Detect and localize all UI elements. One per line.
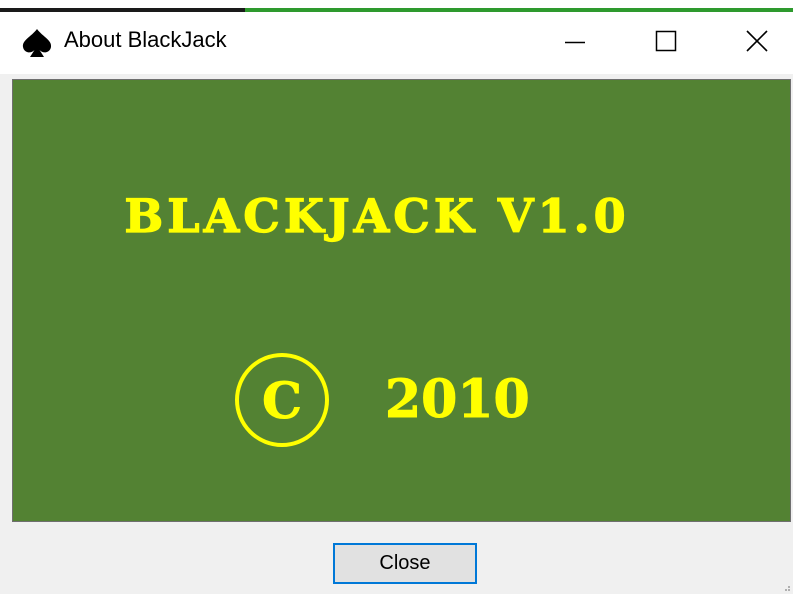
- about-graphic: BLACKJACK V1.0 C 2010: [124, 188, 629, 447]
- copyright-year: 2010: [385, 369, 530, 430]
- app-heading: BLACKJACK V1.0: [124, 189, 629, 243]
- about-dialog: About BlackJack BLACKJACK V1.0 C 2010 Cl…: [0, 0, 793, 594]
- minimize-button[interactable]: [535, 12, 615, 74]
- close-window-button[interactable]: [717, 12, 793, 74]
- top-edge-strip: [0, 0, 793, 12]
- about-panel: BLACKJACK V1.0 C 2010: [12, 79, 791, 522]
- title-bar[interactable]: About BlackJack: [0, 12, 793, 74]
- copyright-symbol: C: [262, 371, 302, 430]
- maximize-icon: [655, 30, 677, 52]
- close-icon: [746, 30, 768, 52]
- spade-icon: [22, 29, 52, 57]
- close-button[interactable]: Close: [333, 543, 477, 584]
- maximize-button[interactable]: [626, 12, 706, 74]
- minimize-icon: [565, 41, 585, 44]
- window-title: About BlackJack: [64, 27, 227, 52]
- resize-grip-icon[interactable]: [781, 582, 791, 592]
